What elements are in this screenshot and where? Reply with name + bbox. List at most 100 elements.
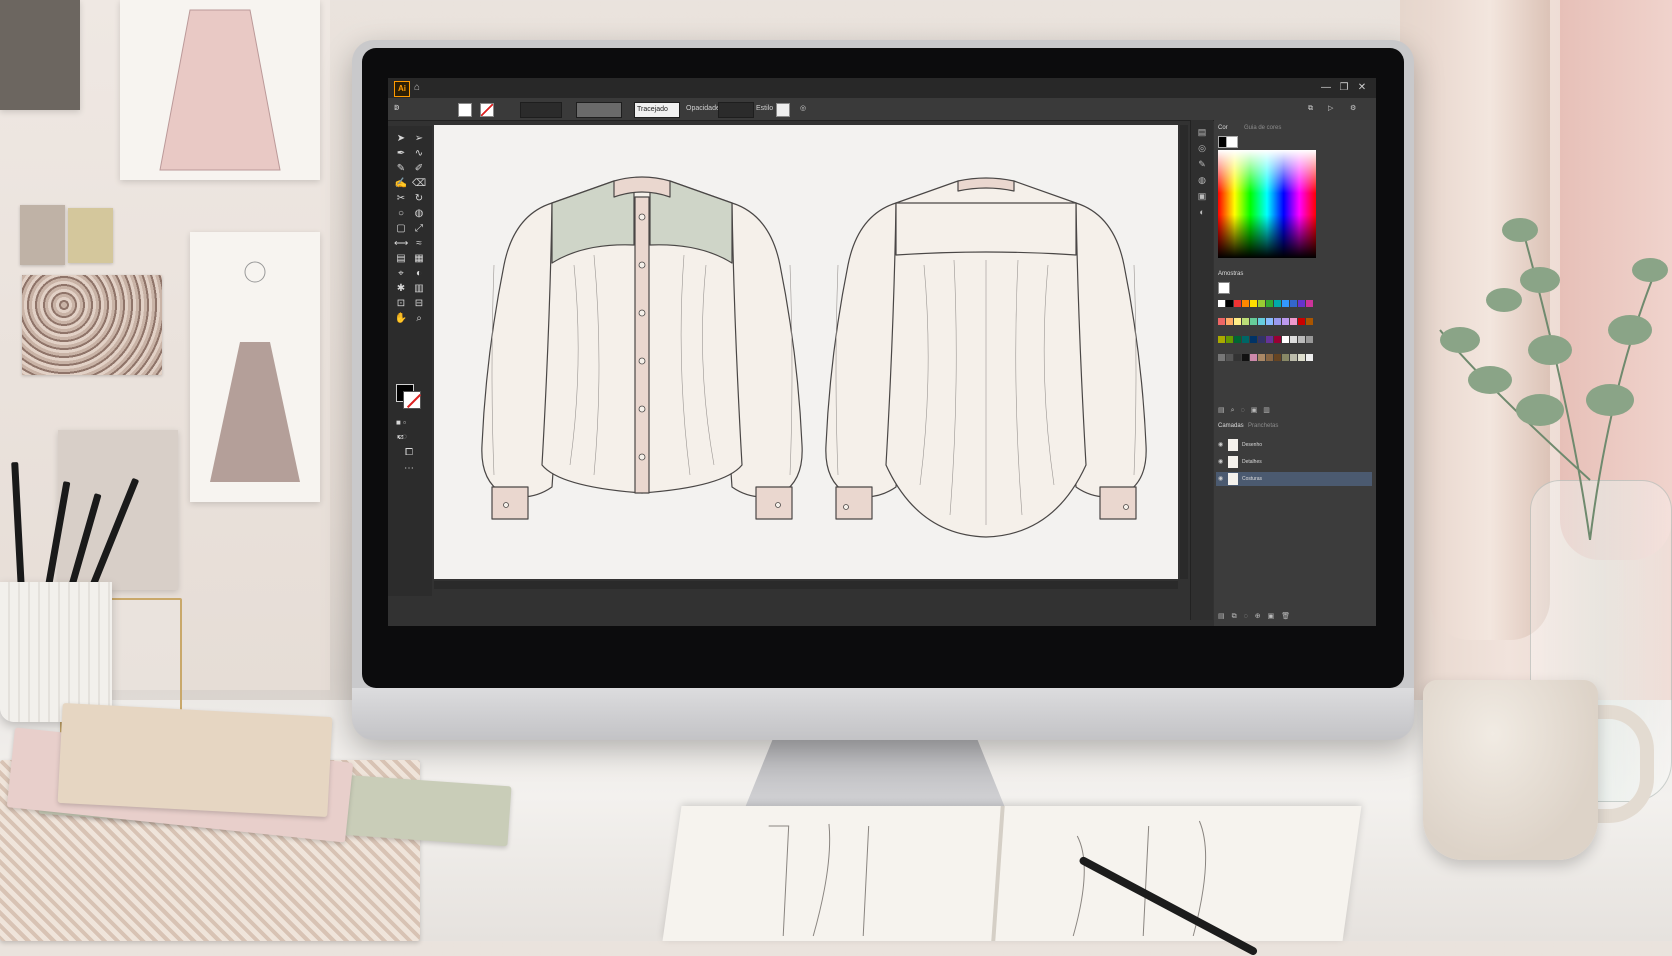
artboard-tool-icon[interactable]: ⊡ [394,297,408,311]
graphic-styles-icon[interactable]: ▣ [1195,190,1209,202]
layers-panel-tab[interactable]: Camadas [1218,420,1244,432]
pen-tool-icon[interactable]: ✒ [394,147,408,161]
gradient-tool-icon[interactable]: ▤ [394,252,408,266]
color-swatch[interactable] [1242,336,1249,343]
color-swatch[interactable] [1250,318,1257,325]
color-swatch[interactable] [1250,354,1257,361]
color-swatch[interactable] [1234,354,1241,361]
color-swatch[interactable] [1290,300,1297,307]
color-swatch[interactable] [1242,354,1249,361]
color-swatch[interactable] [1250,336,1257,343]
app-logo[interactable]: Ai [394,81,410,97]
color-swatch[interactable] [1226,300,1233,307]
color-swatch[interactable] [1218,300,1225,307]
stroke-color-icon[interactable] [403,391,421,409]
color-mode-icon[interactable]: ■ ▫ ⧄ [394,416,408,441]
screen-mode-icon[interactable]: ⧠ [402,446,416,460]
variable-width-field[interactable] [576,102,622,118]
color-swatch[interactable] [1226,318,1233,325]
color-swatch[interactable] [1266,318,1273,325]
symbol-sprayer-icon[interactable]: ✱ [394,282,408,296]
color-swatch[interactable] [1258,300,1265,307]
curvature-tool-icon[interactable]: ∿ [412,147,426,161]
shape-builder-icon[interactable]: ◍ [412,207,426,221]
color-swatch[interactable] [1290,354,1297,361]
hand-tool-icon[interactable]: ✋ [394,312,408,326]
brushes-icon[interactable]: ✎ [1195,158,1209,170]
color-swatch[interactable] [1250,300,1257,307]
artboard[interactable] [434,125,1178,579]
scale-tool-icon[interactable]: ⤢ [412,222,426,236]
eyedropper-tool-icon[interactable]: ⌖ [394,267,408,281]
color-swatch[interactable] [1306,318,1313,325]
brush-tool-icon[interactable]: ✐ [412,162,426,176]
slice-tool-icon[interactable]: ⊟ [412,297,426,311]
color-swatch[interactable] [1298,300,1305,307]
color-swatch[interactable] [1282,336,1289,343]
zoom-tool-icon[interactable]: ⌕ [412,312,426,326]
color-guide-tab[interactable]: Guia de cores [1244,122,1281,134]
color-swatch[interactable] [1274,300,1281,307]
color-swatch[interactable] [1234,318,1241,325]
share-icon[interactable]: ▷ [1328,102,1340,116]
stroke-weight-field[interactable] [520,102,562,118]
draw-mode-icon[interactable]: ◑ ◌ [394,430,408,444]
selection-tool-icon[interactable]: ➤ [394,132,408,146]
color-swatch[interactable] [1274,354,1281,361]
stroke-profile-dropdown[interactable]: Tracejado [634,102,680,118]
stroke-chip[interactable] [1226,136,1238,148]
color-swatch[interactable] [1266,354,1273,361]
color-swatch[interactable] [1282,354,1289,361]
maximize-button[interactable]: ❐ [1336,81,1352,95]
color-swatch[interactable] [1290,336,1297,343]
color-spectrum[interactable] [1218,150,1316,258]
color-swatch[interactable] [1258,318,1265,325]
swatches-panel-tab[interactable]: Amostras [1218,268,1243,280]
rotate-tool-icon[interactable]: ↻ [412,192,426,206]
color-swatch[interactable] [1242,300,1249,307]
none-swatch[interactable] [1218,282,1230,294]
layer-row[interactable]: ◉ Detalhes [1216,455,1372,469]
color-swatch[interactable] [1266,300,1273,307]
color-swatch[interactable] [1306,354,1313,361]
eye-icon[interactable]: ◉ [1218,455,1226,469]
layer-actions[interactable]: ▤⧉◌⊕▣🗑 [1218,612,1368,622]
home-icon[interactable]: ⌂ [414,82,426,94]
layer-row-selected[interactable]: ◉ Costuras [1216,472,1372,486]
color-swatch[interactable] [1282,318,1289,325]
stroke-color-swatch[interactable] [480,103,494,117]
appearance-icon[interactable]: ◐ [1195,206,1209,218]
arrange-icon[interactable]: ⧉ [1308,102,1320,116]
path-icon[interactable]: ↁ [394,102,408,116]
edit-toolbar-icon[interactable]: ⋯ [402,462,416,476]
color-swatch[interactable] [1266,336,1273,343]
color-swatch[interactable] [1274,318,1281,325]
graph-tool-icon[interactable]: ▥ [412,282,426,296]
color-swatch[interactable] [1298,336,1305,343]
artboards-tab[interactable]: Pranchetas [1248,420,1278,432]
color-swatch[interactable] [1274,336,1281,343]
color-swatch[interactable] [1298,354,1305,361]
color-swatch[interactable] [1226,336,1233,343]
graphic-style-swatch[interactable] [776,103,790,117]
color-swatch[interactable] [1290,318,1297,325]
recolor-icon[interactable]: ◎ [800,102,812,116]
color-swatch[interactable] [1218,336,1225,343]
ellipse-tool-icon[interactable]: ○ [394,207,408,221]
properties-icon[interactable]: ▤ [1195,126,1209,138]
minimize-button[interactable]: — [1318,81,1334,95]
warp-tool-icon[interactable]: ≈ [412,237,426,251]
horizontal-scrollbar[interactable] [434,581,1178,589]
color-swatch[interactable] [1218,318,1225,325]
blend-tool-icon[interactable]: ◐ [412,267,426,281]
swatches-grid[interactable] [1218,300,1318,372]
color-swatch[interactable] [1218,354,1225,361]
color-panel-tab[interactable]: Cor [1218,122,1228,134]
color-swatch[interactable] [1242,318,1249,325]
workspace-icon[interactable]: ⚙ [1350,102,1362,116]
eraser-tool-icon[interactable]: ⌫ [412,177,426,191]
mesh-tool-icon[interactable]: ▦ [412,252,426,266]
libraries-icon[interactable]: ◎ [1195,142,1209,154]
fill-color-swatch[interactable] [458,103,472,117]
color-swatch[interactable] [1234,336,1241,343]
